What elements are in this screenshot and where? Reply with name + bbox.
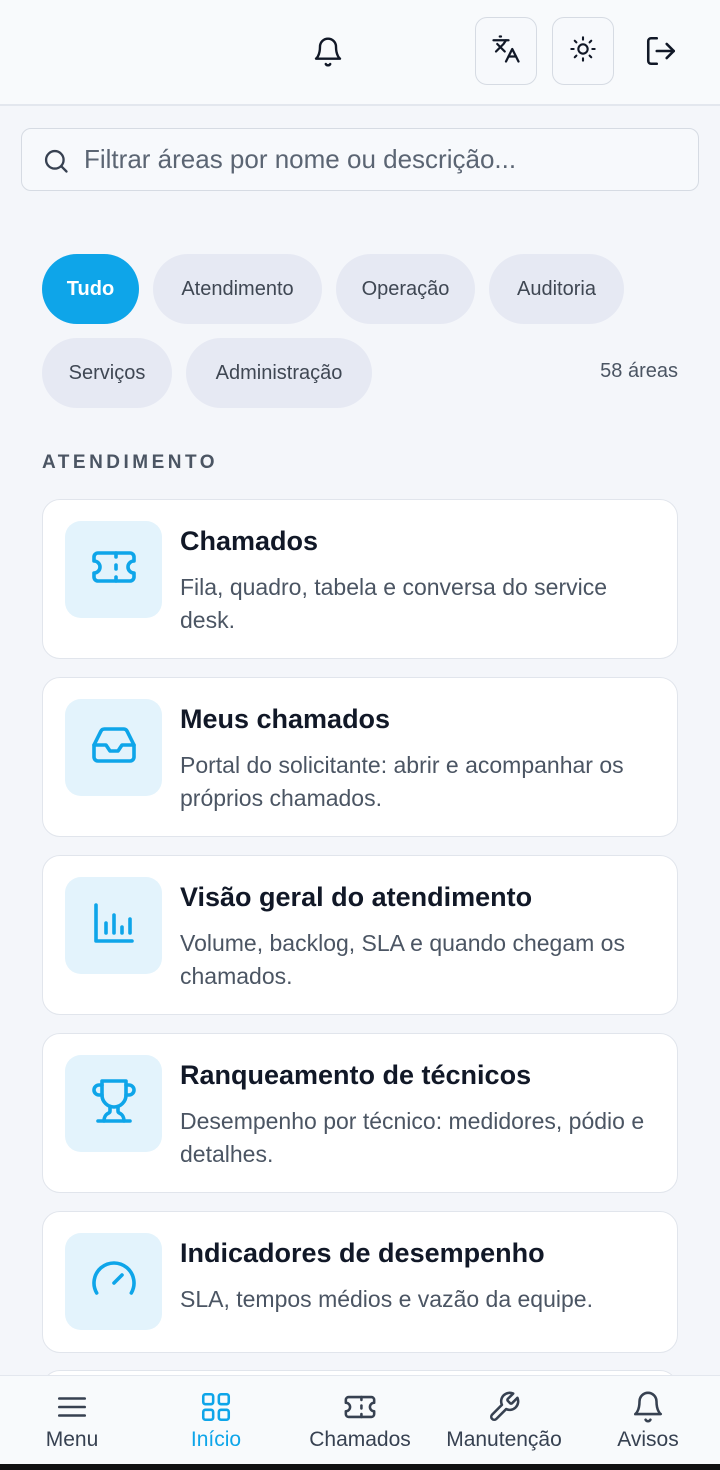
bottom-nav: Menu Início Chamados Manutenção Avisos xyxy=(0,1375,720,1470)
grid-icon xyxy=(199,1390,233,1424)
nav-item-menu[interactable]: Menu xyxy=(0,1376,144,1465)
filter-chip-servicos[interactable]: Serviços xyxy=(42,338,172,408)
card-title: Ranqueamento de técnicos xyxy=(180,1060,532,1090)
ticket-icon xyxy=(90,543,138,596)
search-icon xyxy=(42,147,70,175)
card-icon-box xyxy=(65,521,162,618)
nav-item-avisos[interactable]: Avisos xyxy=(576,1376,720,1465)
card-chamados[interactable]: Chamados Fila, quadro, tabela e conversa… xyxy=(42,499,678,659)
nav-label: Avisos xyxy=(617,1428,679,1451)
trophy-icon xyxy=(90,1077,138,1130)
top-bar xyxy=(0,0,720,106)
card-title: Chamados xyxy=(180,526,319,556)
translate-icon xyxy=(491,34,521,69)
card-title: Meus chamados xyxy=(180,704,391,734)
bell-icon[interactable] xyxy=(312,36,344,68)
nav-label: Chamados xyxy=(309,1428,411,1451)
card-title: Visão geral do atendimento xyxy=(180,882,533,912)
search-input[interactable] xyxy=(84,129,684,189)
card-meus-chamados[interactable]: Meus chamados Portal do solicitante: abr… xyxy=(42,677,678,837)
filter-chip-auditoria[interactable]: Auditoria xyxy=(489,254,624,324)
nav-item-inicio[interactable]: Início xyxy=(144,1376,288,1465)
ticket-icon xyxy=(343,1390,377,1424)
sun-icon xyxy=(569,35,597,68)
wrench-icon xyxy=(487,1390,521,1424)
filter-chip-operacao[interactable]: Operação xyxy=(336,254,475,324)
bell-icon xyxy=(631,1390,665,1424)
card-description: SLA, tempos médios e vazão da equipe. xyxy=(180,1286,593,1312)
nav-item-chamados[interactable]: Chamados xyxy=(288,1376,432,1465)
card-description: Desempenho por técnico: medidores, pódio… xyxy=(180,1108,645,1167)
translate-button[interactable] xyxy=(475,17,537,85)
nav-item-manutencao[interactable]: Manutenção xyxy=(432,1376,576,1465)
filter-chip-tudo[interactable]: Tudo xyxy=(42,254,139,324)
card-icon-box xyxy=(65,877,162,974)
bar-chart-icon xyxy=(90,899,138,952)
menu-icon xyxy=(55,1390,89,1424)
logout-icon[interactable] xyxy=(644,34,678,68)
areas-count: 58 áreas xyxy=(600,360,678,382)
card-description: Portal do solicitante: abrir e acompanha… xyxy=(180,752,624,811)
card-indicadores[interactable]: Indicadores de desempenho SLA, tempos mé… xyxy=(42,1211,678,1353)
section-title: ATENDIMENTO xyxy=(42,452,219,473)
theme-toggle-button[interactable] xyxy=(552,17,614,85)
card-ranqueamento[interactable]: Ranqueamento de técnicos Desempenho por … xyxy=(42,1033,678,1193)
card-icon-box xyxy=(65,1055,162,1152)
card-icon-box xyxy=(65,1233,162,1330)
gauge-icon xyxy=(90,1255,138,1308)
filter-chip-atendimento[interactable]: Atendimento xyxy=(153,254,322,324)
nav-label: Manutenção xyxy=(446,1428,562,1451)
nav-label: Início xyxy=(190,1428,242,1451)
card-title: Indicadores de desempenho xyxy=(180,1238,545,1268)
system-bar xyxy=(0,1464,720,1470)
card-visao-geral[interactable]: Visão geral do atendimento Volume, backl… xyxy=(42,855,678,1015)
card-description: Volume, backlog, SLA e quando chegam os … xyxy=(180,930,625,989)
inbox-icon xyxy=(90,721,138,774)
search-box xyxy=(21,128,699,191)
filter-chip-administracao[interactable]: Administração xyxy=(186,338,372,408)
card-icon-box xyxy=(65,699,162,796)
nav-label: Menu xyxy=(45,1428,99,1451)
card-description: Fila, quadro, tabela e conversa do servi… xyxy=(180,574,608,633)
